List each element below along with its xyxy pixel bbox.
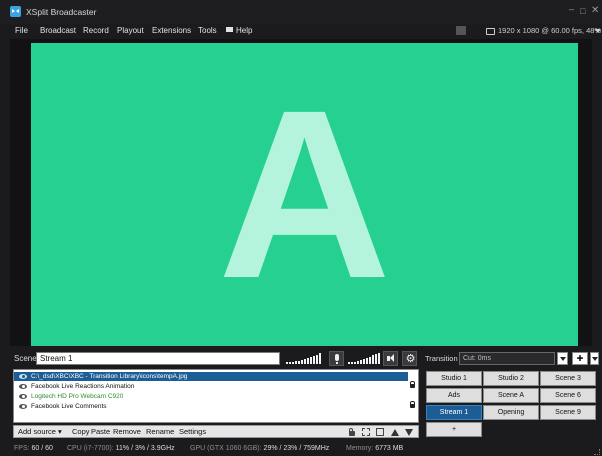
maximize-button[interactable]: □ bbox=[580, 6, 585, 16]
move-up-icon[interactable] bbox=[391, 429, 399, 436]
eye-icon[interactable] bbox=[19, 404, 27, 409]
flag-icon bbox=[226, 27, 233, 32]
menu-playout[interactable]: Playout bbox=[117, 26, 144, 35]
menu-help-label: Help bbox=[236, 26, 253, 35]
scene-button[interactable]: Ads bbox=[426, 388, 482, 403]
mic-level-meter bbox=[285, 352, 325, 365]
sources-list: C:\_dsd\XBC\XBC - Transition Library\ico… bbox=[13, 369, 419, 423]
speaker-button[interactable] bbox=[383, 351, 398, 366]
source-label: C:\_dsd\XBC\XBC - Transition Library\ico… bbox=[31, 373, 188, 380]
transition-select[interactable]: Cut: 0ms bbox=[459, 352, 555, 365]
scene-button-active[interactable]: Stream 1 bbox=[426, 405, 482, 420]
menu-help[interactable]: Help bbox=[226, 26, 252, 35]
preview-letter: A bbox=[217, 60, 392, 328]
lock-icon[interactable] bbox=[349, 428, 355, 436]
copy-button[interactable]: Copy bbox=[72, 427, 90, 436]
xsplit-logo-icon bbox=[10, 6, 21, 17]
eye-icon[interactable] bbox=[19, 374, 27, 379]
source-label: Facebook Live Comments bbox=[31, 403, 107, 410]
memory-status: Memory: 6773 MB bbox=[346, 445, 404, 452]
menu-extensions[interactable]: Extensions bbox=[152, 26, 191, 35]
scene-label: Scene bbox=[14, 354, 37, 363]
settings-link[interactable]: Settings bbox=[179, 427, 206, 436]
title-bar: XSplit Broadcaster – □ ✕ bbox=[0, 0, 602, 24]
chevron-down-icon bbox=[560, 357, 566, 361]
rename-button[interactable]: Rename bbox=[146, 427, 174, 436]
paste-button[interactable]: Paste bbox=[91, 427, 110, 436]
add-source-button[interactable]: Add source ▾ bbox=[18, 427, 62, 436]
source-label: Facebook Live Reactions Animation bbox=[31, 383, 135, 390]
menu-file[interactable]: File bbox=[15, 26, 28, 35]
transition-label: Transition bbox=[425, 354, 458, 363]
eye-icon[interactable] bbox=[19, 394, 27, 399]
add-transition-dropdown[interactable] bbox=[590, 352, 599, 365]
cpu-status: CPU (i7-7700): 11% / 3% / 3.9GHz bbox=[67, 445, 175, 452]
source-label: Logitech HD Pro Webcam C920 bbox=[31, 393, 124, 400]
eye-icon[interactable] bbox=[19, 384, 27, 389]
speaker-icon bbox=[387, 354, 394, 362]
scene-name-input[interactable]: Stream 1 bbox=[36, 352, 280, 365]
lock-icon[interactable] bbox=[410, 401, 415, 408]
microphone-icon bbox=[335, 354, 339, 364]
add-scene-button[interactable]: + bbox=[426, 422, 482, 437]
scene-button[interactable]: Scene A bbox=[483, 388, 539, 403]
move-down-icon[interactable] bbox=[405, 429, 413, 436]
scene-button[interactable]: Scene 9 bbox=[540, 405, 596, 420]
scene-button[interactable]: Opening bbox=[483, 405, 539, 420]
layout-icon[interactable] bbox=[376, 428, 384, 436]
source-item[interactable]: Logitech HD Pro Webcam C920 bbox=[14, 392, 418, 401]
close-button[interactable]: ✕ bbox=[591, 5, 599, 16]
chevron-down-icon bbox=[592, 357, 598, 361]
source-row-edge bbox=[408, 372, 418, 381]
transition-dropdown-button[interactable] bbox=[557, 352, 568, 365]
expand-icon[interactable] bbox=[362, 428, 370, 436]
resize-grip-icon[interactable] bbox=[594, 449, 600, 455]
source-item[interactable]: Facebook Live Comments bbox=[14, 401, 418, 411]
scene-button[interactable]: Studio 2 bbox=[483, 371, 539, 386]
remove-button[interactable]: Remove bbox=[113, 427, 141, 436]
menu-tools[interactable]: Tools bbox=[198, 26, 217, 35]
settings-button[interactable]: ⚙ bbox=[402, 351, 417, 366]
source-item[interactable]: C:\_dsd\XBC\XBC - Transition Library\ico… bbox=[14, 372, 418, 381]
speaker-level-meter bbox=[347, 352, 382, 365]
mic-button[interactable] bbox=[329, 351, 344, 366]
chevron-down-icon[interactable] bbox=[595, 29, 601, 33]
minimize-button[interactable]: – bbox=[569, 4, 574, 14]
source-item[interactable]: Facebook Live Reactions Animation bbox=[14, 381, 418, 391]
fps-status: FPS: 60 / 60 bbox=[14, 445, 53, 452]
app-title: XSplit Broadcaster bbox=[26, 7, 97, 17]
scene-button[interactable]: Scene 3 bbox=[540, 371, 596, 386]
menu-record[interactable]: Record bbox=[83, 26, 109, 35]
add-transition-button[interactable]: ✚ bbox=[572, 352, 588, 365]
gear-icon: ⚙ bbox=[405, 352, 416, 365]
projector-icon[interactable] bbox=[456, 26, 466, 35]
gpu-status: GPU (GTX 1060 6GB): 29% / 23% / 759MHz bbox=[190, 445, 330, 452]
scene-button[interactable]: Studio 1 bbox=[426, 371, 482, 386]
source-toolbar: Add source ▾ Copy Paste Remove Rename Se… bbox=[13, 425, 419, 438]
monitor-icon bbox=[486, 28, 495, 35]
lock-icon[interactable] bbox=[410, 381, 415, 388]
preview-canvas[interactable]: A bbox=[31, 43, 578, 346]
menu-broadcast[interactable]: Broadcast bbox=[40, 26, 76, 35]
scene-button[interactable]: Scene 6 bbox=[540, 388, 596, 403]
status-bar: FPS: 60 / 60 CPU (i7-7700): 11% / 3% / 3… bbox=[0, 443, 602, 456]
resolution-selector[interactable]: 1920 x 1080 @ 60.00 fps, 48% bbox=[498, 26, 601, 35]
